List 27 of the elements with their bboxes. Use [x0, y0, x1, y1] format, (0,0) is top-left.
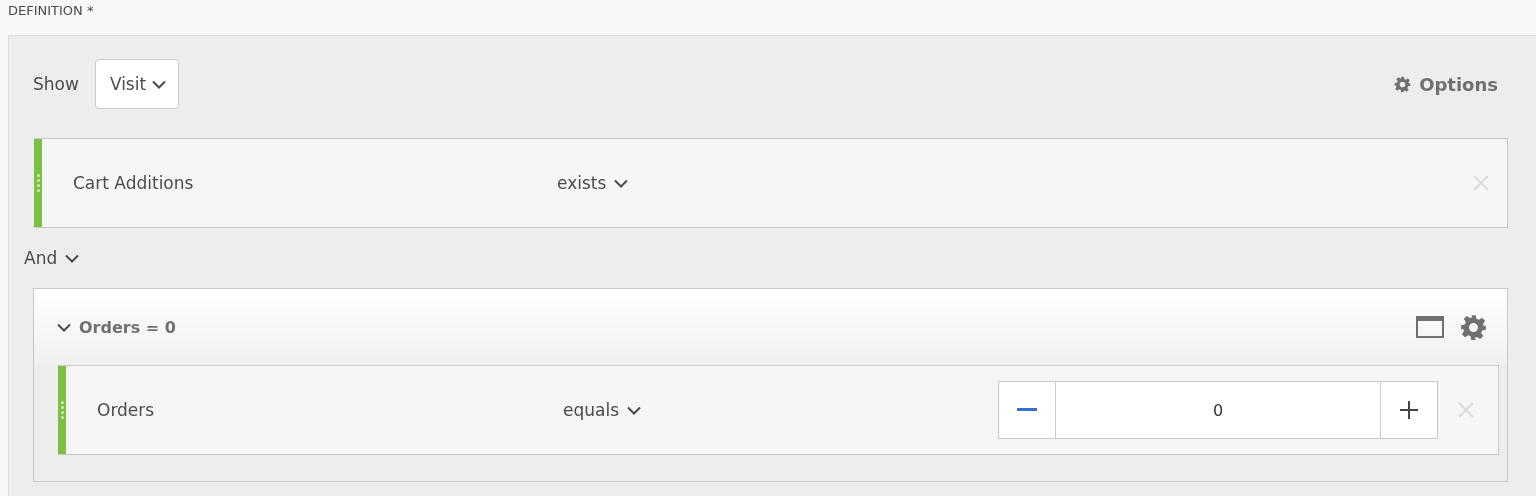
chevron-down-icon: [152, 79, 167, 89]
plus-icon: [1399, 400, 1419, 420]
gear-icon[interactable]: [1394, 75, 1412, 93]
container-title[interactable]: Orders = 0: [57, 317, 176, 337]
chevron-down-icon: [627, 405, 642, 415]
window-icon[interactable]: [1416, 316, 1444, 338]
chevron-down-icon: [614, 178, 629, 188]
metric-label: Cart Additions: [72, 173, 195, 193]
increment-button[interactable]: [1381, 382, 1437, 438]
gear-icon[interactable]: [1460, 313, 1487, 341]
value-field[interactable]: 0: [1055, 382, 1381, 438]
close-icon[interactable]: [1458, 402, 1474, 418]
show-dropdown[interactable]: Visit: [94, 59, 180, 109]
drag-handle[interactable]: [34, 139, 42, 227]
metric-label: Orders: [96, 400, 156, 420]
section-label: DEFINITION *: [7, 2, 95, 20]
options-button[interactable]: Options: [1394, 73, 1498, 95]
show-label: Show: [33, 74, 79, 94]
close-icon[interactable]: [1473, 175, 1489, 191]
logic-dropdown[interactable]: And: [24, 228, 80, 288]
chevron-down-icon: [65, 253, 80, 263]
operator-dropdown[interactable]: equals: [563, 400, 642, 420]
minus-icon: [1017, 408, 1037, 412]
decrement-button[interactable]: [999, 382, 1055, 438]
drag-handle[interactable]: [58, 366, 66, 454]
chevron-down-icon: [57, 322, 71, 332]
operator-dropdown[interactable]: exists: [557, 173, 629, 193]
